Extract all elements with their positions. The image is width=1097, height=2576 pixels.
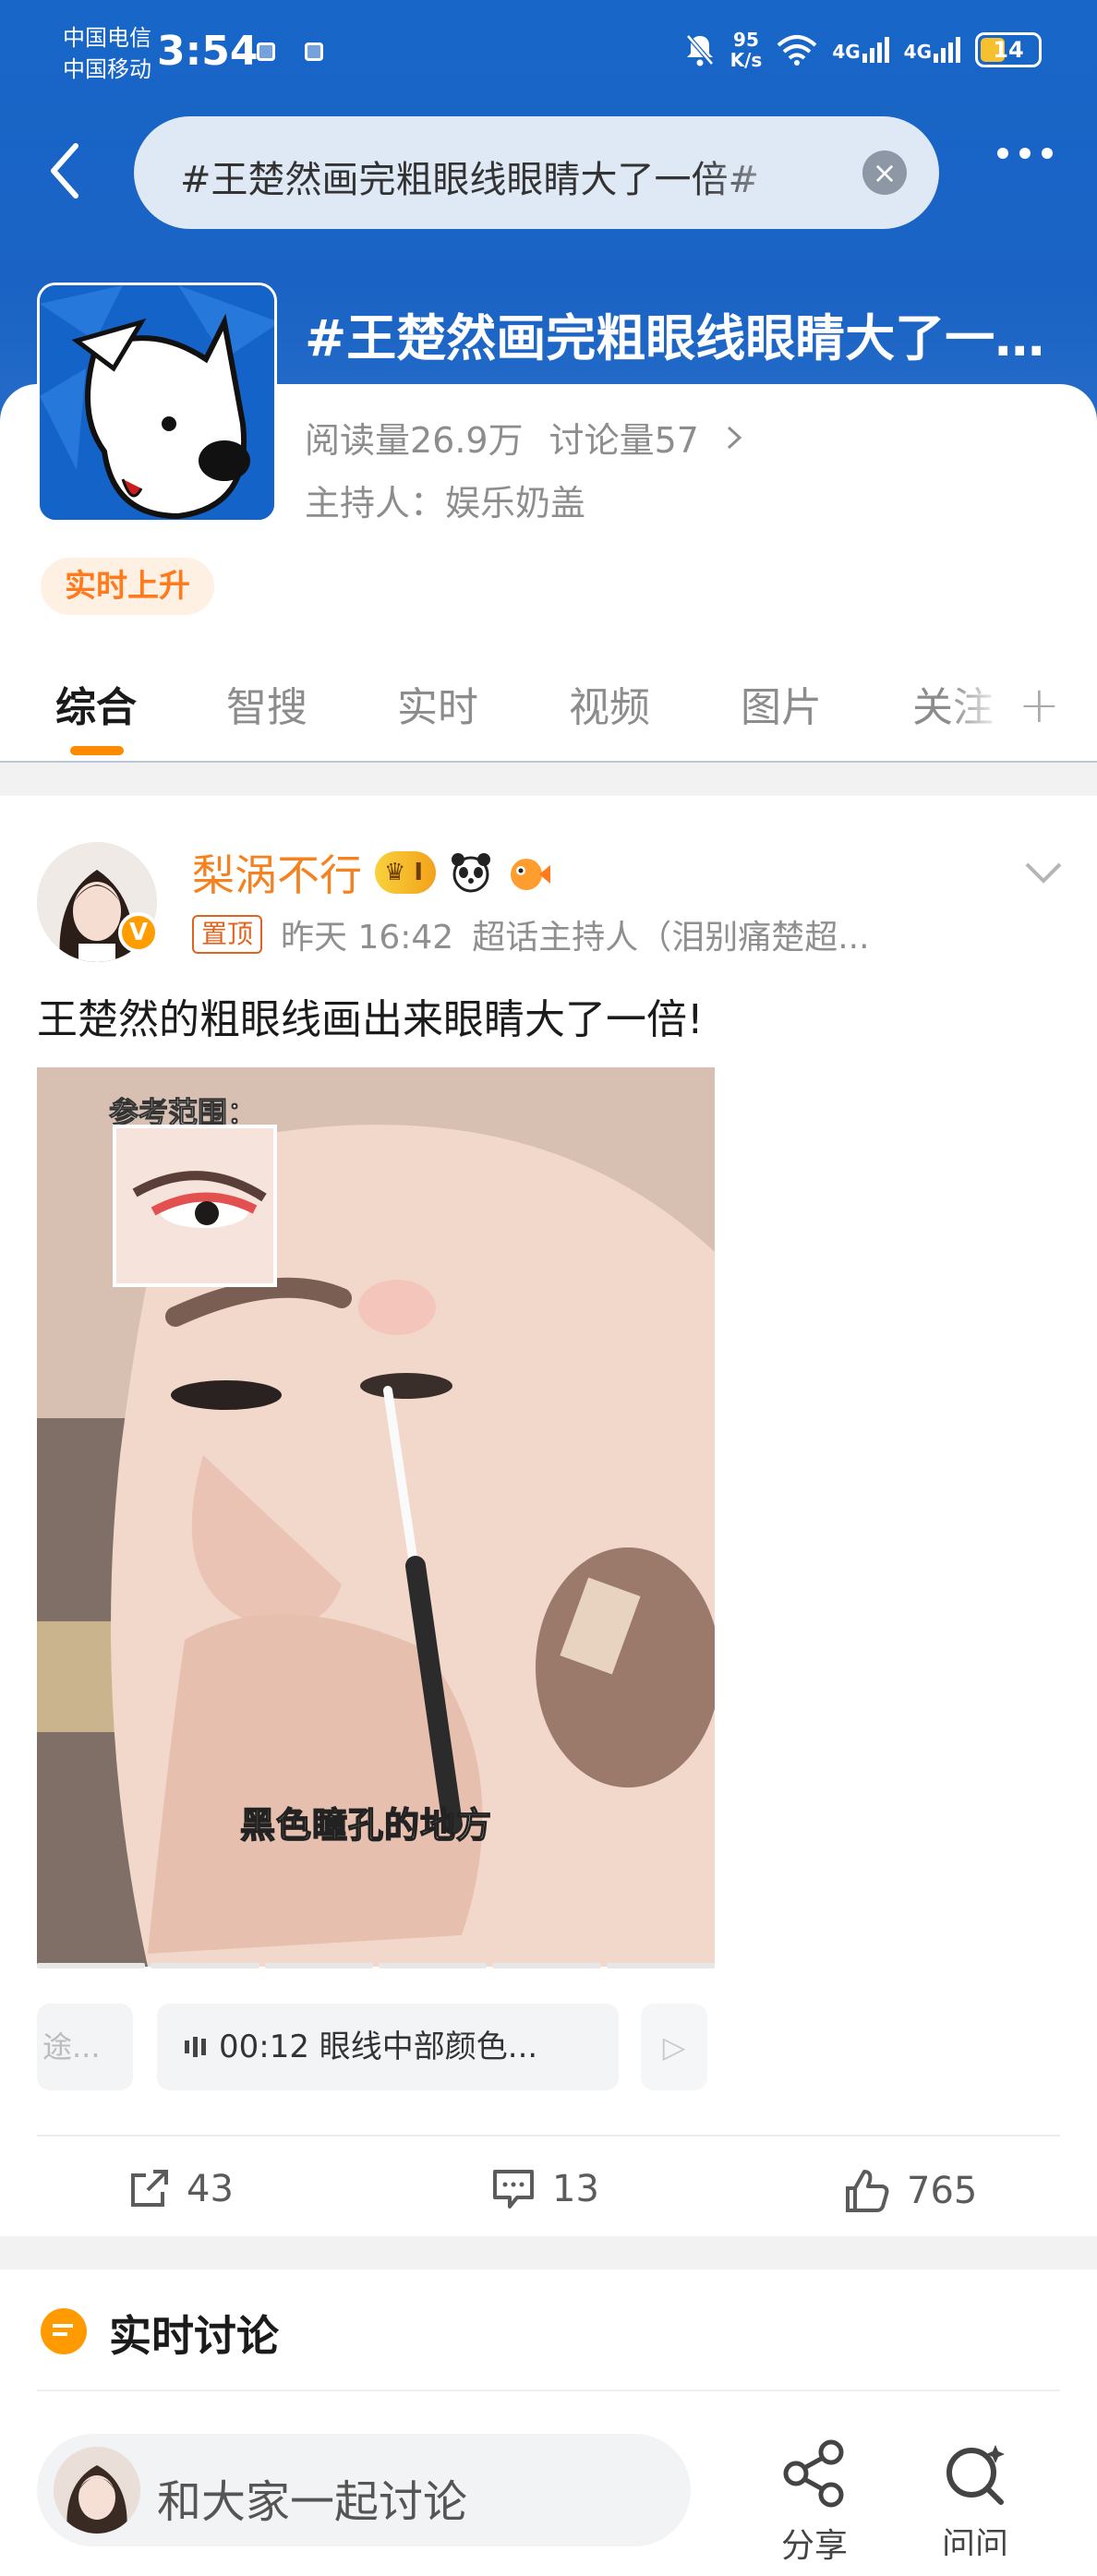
- clock: 3:54: [157, 28, 259, 75]
- tab-bar: 综合 智搜 实时 视频 图片 关注 +: [0, 665, 1097, 761]
- signal-bars-icon: [934, 37, 960, 63]
- compose-placeholder[interactable]: 和大家一起讨论: [157, 2465, 467, 2530]
- username[interactable]: 梨涡不行: [192, 842, 362, 903]
- share-button[interactable]: 分享: [772, 2439, 857, 2567]
- post-meta: 置顶 昨天 16:42 超话主持人（泪别痛楚超...: [192, 910, 870, 958]
- mute-bell-icon: [685, 34, 714, 66]
- comment-icon: [493, 2170, 534, 2209]
- subtitle-rest: 的地方: [383, 1804, 493, 1847]
- notification-icon: [257, 42, 275, 61]
- comment-count: 13: [552, 2168, 599, 2210]
- notification-icon: [305, 42, 323, 61]
- status-indicators: 95 K/s 4G 4G 14: [684, 30, 1042, 70]
- discussion-count: 讨论量57: [548, 420, 699, 461]
- share-nodes-icon: [783, 2439, 844, 2508]
- search-label: 问问: [941, 2526, 1008, 2556]
- tab-video[interactable]: 视频: [569, 674, 650, 733]
- chapter-chip[interactable]: 00:12 眼线中部颜色...: [157, 2004, 619, 2090]
- tab-overview[interactable]: 综合: [55, 674, 137, 733]
- video-subtitle: 黑色瞳孔的地方: [239, 1797, 493, 1848]
- divider: [37, 2135, 1060, 2137]
- net-speed-value: 95: [733, 29, 759, 51]
- battery-level: 14: [993, 37, 1024, 63]
- net-speed: 95 K/s: [730, 30, 763, 70]
- topic-thumbnail: [37, 283, 277, 523]
- live-discussion-section: 实时讨论: [0, 2269, 1097, 2399]
- tab-fade: [949, 665, 1005, 748]
- share-icon: [131, 2170, 168, 2207]
- cellular-signal-2: 4G: [904, 37, 960, 63]
- topic-title: #王楚然画完粗眼线眼睛大了一倍#: [305, 309, 1062, 367]
- signal-bars-icon: [862, 37, 889, 63]
- post-card: V 梨涡不行 ♛ I 置顶 昨天 16:42 超话主持人（泪别痛楚超... 王楚…: [0, 796, 1097, 2236]
- ask-search-button[interactable]: 问问: [920, 2439, 1031, 2556]
- chat-bubble-icon: [41, 2308, 87, 2354]
- post-text[interactable]: 王楚然的粗眼线画出来眼睛大了一倍!: [37, 986, 704, 1045]
- tab-smart-search[interactable]: 智搜: [226, 674, 307, 733]
- net-speed-unit: K/s: [729, 49, 763, 71]
- wifi-icon: [777, 35, 817, 66]
- post-actions: 43 13 765: [0, 2157, 1097, 2231]
- clear-icon[interactable]: ×: [862, 150, 907, 195]
- carrier-info: 中国电信 中国移动: [63, 22, 151, 85]
- read-count: 阅读量26.9万: [305, 420, 524, 461]
- topic-stats[interactable]: 阅读量26.9万 讨论量57: [305, 412, 743, 463]
- repost-button[interactable]: 43: [127, 2168, 234, 2210]
- pinned-badge: 置顶: [192, 915, 263, 954]
- network-type-2: 4G: [903, 41, 932, 63]
- video-segments: [37, 1963, 715, 1968]
- like-count: 765: [907, 2170, 978, 2212]
- tab-images[interactable]: 图片: [741, 674, 822, 733]
- repost-count: 43: [187, 2168, 234, 2210]
- like-button[interactable]: 765: [844, 2168, 977, 2214]
- post-time: 昨天 16:42: [281, 919, 454, 957]
- chapter-chip-prev[interactable]: 途...: [37, 2004, 133, 2090]
- back-arrow-icon[interactable]: [46, 138, 83, 203]
- search-sparkle-icon: [946, 2445, 1005, 2505]
- thumbs-up-icon: [846, 2170, 889, 2212]
- audio-wave-icon: [185, 2037, 206, 2057]
- network-type-1: 4G: [832, 41, 861, 63]
- play-next-icon[interactable]: ▷: [641, 2004, 707, 2090]
- active-tab-indicator: [70, 746, 124, 755]
- chevron-right-icon: [727, 426, 742, 449]
- carrier-2: 中国移动: [63, 56, 151, 82]
- compose-input[interactable]: 和大家一起讨论: [37, 2434, 691, 2546]
- chapter-label: 00:12 眼线中部颜色...: [219, 2028, 538, 2065]
- add-tab-icon[interactable]: +: [1019, 676, 1060, 734]
- search-query[interactable]: #王楚然画完粗眼线眼睛大了一倍#: [180, 150, 826, 203]
- cartoon-dog-icon: [40, 285, 274, 520]
- share-label: 分享: [780, 2527, 848, 2565]
- my-avatar: [54, 2447, 140, 2534]
- cellular-signal-1: 4G: [832, 37, 889, 63]
- panda-emoji-icon: [449, 850, 493, 895]
- reference-inset: [113, 1125, 277, 1287]
- carrier-1: 中国电信: [63, 25, 151, 51]
- video-thumbnail[interactable]: 参考范围： 黑色瞳孔的地方: [37, 1067, 715, 1967]
- subtitle-highlight: 黑色瞳孔: [239, 1804, 385, 1847]
- chevron-down-icon[interactable]: [1023, 851, 1064, 894]
- battery-icon: 14: [975, 32, 1042, 67]
- trending-badge: 实时上升: [41, 558, 214, 615]
- fish-emoji-icon: [506, 850, 551, 895]
- level-badge: I: [414, 859, 424, 886]
- divider: [37, 2389, 1060, 2391]
- topic-host[interactable]: 主持人：娱乐奶盖: [305, 475, 585, 525]
- section-gap: [0, 763, 1097, 796]
- bottom-bar: 和大家一起讨论 分享 问问: [0, 2399, 1097, 2576]
- more-options-icon[interactable]: [997, 148, 1053, 159]
- status-bar: 中国电信 中国移动 3:54 95 K/s 4G 4G 14: [0, 0, 1097, 111]
- verified-badge-icon: V: [118, 912, 159, 953]
- search-input[interactable]: #王楚然画完粗眼线眼睛大了一倍# ×: [134, 116, 939, 229]
- comment-button[interactable]: 13: [491, 2168, 599, 2210]
- post-author[interactable]: 梨涡不行 ♛ I: [192, 842, 551, 903]
- section-gap: [0, 2236, 1097, 2269]
- vip-crown-badge: ♛ I: [375, 851, 437, 894]
- post-source[interactable]: 超话主持人（泪别痛楚超...: [472, 910, 869, 958]
- section-title: 实时讨论: [109, 2311, 279, 2361]
- tab-realtime[interactable]: 实时: [397, 674, 478, 733]
